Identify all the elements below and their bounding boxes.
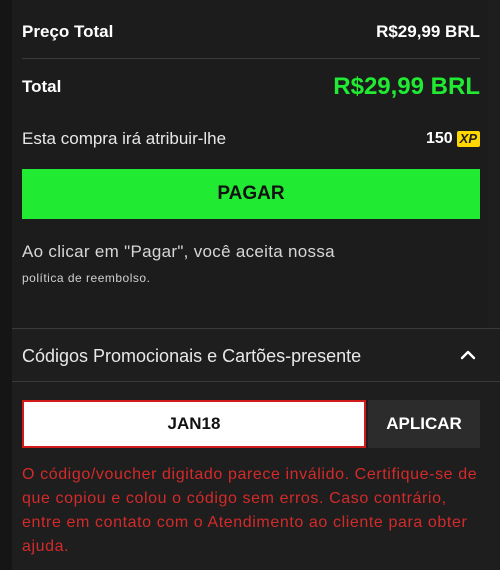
apply-button[interactable]: APLICAR — [368, 400, 480, 448]
subtotal-value: R$29,99 BRL — [376, 22, 480, 41]
total-label: Total — [22, 77, 62, 96]
pay-button[interactable]: PAGAR — [22, 169, 480, 219]
total-value: R$29,99 BRL — [333, 73, 480, 100]
xp-amount: 150 — [425, 130, 453, 147]
xp-reward: 150 XP — [426, 130, 480, 148]
promo-title: Códigos Promocionais e Cartões-presente — [22, 346, 362, 366]
total-row: Total R$29,99 BRL — [22, 73, 480, 101]
order-summary: Preço Total R$29,99 BRL Total R$29,99 BR… — [12, 0, 488, 328]
refund-policy-link[interactable]: política de reembolso. — [22, 271, 150, 285]
promo-section-body: APLICAR O código/voucher digitado parece… — [12, 382, 500, 570]
subtotal-label: Preço Total — [22, 22, 114, 41]
xp-icon: XP — [456, 131, 480, 147]
promo-section-header[interactable]: Códigos Promocionais e Cartões-presente — [12, 329, 500, 381]
summary-divider — [22, 58, 480, 59]
xp-text: Esta compra irá atribuir-lhe — [22, 129, 227, 148]
checkout-panel: Preço Total R$29,99 BRL Total R$29,99 BR… — [12, 0, 500, 570]
promo-code-input[interactable] — [22, 400, 366, 448]
chevron-up-icon[interactable] — [460, 347, 476, 363]
subtotal-row: Preço Total R$29,99 BRL — [22, 22, 480, 42]
terms-text: Ao clicar em "Pagar", você aceita nossa — [22, 242, 335, 261]
xp-row: Esta compra irá atribuir-lhe 150 XP — [22, 129, 480, 149]
promo-error-message: O código/voucher digitado parece inválid… — [22, 466, 478, 555]
